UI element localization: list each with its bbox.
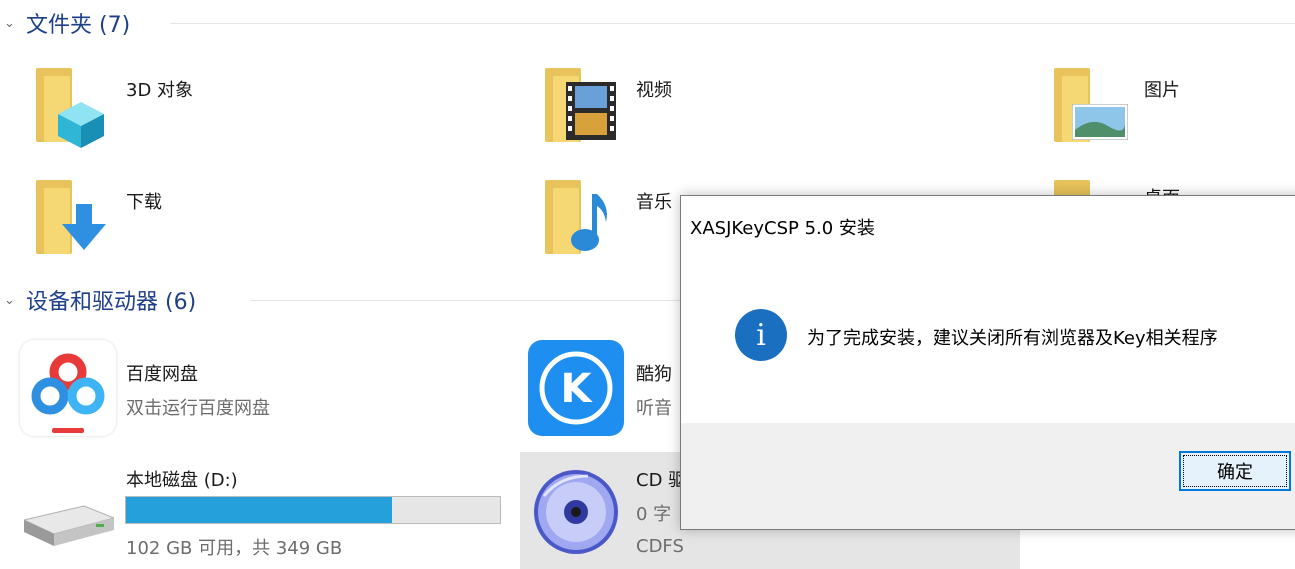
device-detail: 102 GB 可用，共 349 GB xyxy=(126,538,343,559)
disk-usage-fill xyxy=(126,497,392,523)
device-detail: 双击运行百度网盘 xyxy=(126,398,270,419)
svg-text:K: K xyxy=(561,366,594,412)
folder-label: 下载 xyxy=(126,192,162,213)
section-title: 文件夹 (7) xyxy=(26,7,139,39)
hard-drive-icon xyxy=(22,500,116,554)
device-name: 本地磁盘 (D:) xyxy=(126,470,238,491)
dialog-title: XASJKeyCSP 5.0 安装 xyxy=(690,218,875,239)
folder-label: 视频 xyxy=(636,80,672,101)
cd-drive-icon xyxy=(530,466,622,562)
info-icon: i xyxy=(735,309,787,361)
device-filesystem: CDFS xyxy=(636,536,684,557)
dialog-message: 为了完成安装，建议关闭所有浏览器及Key相关程序 xyxy=(807,328,1218,349)
folder-label: 图片 xyxy=(1144,80,1180,101)
device-detail: 听音 xyxy=(636,398,672,419)
ok-button[interactable]: 确定 xyxy=(1179,451,1291,491)
collapse-chevron-icon[interactable]: ⌄ xyxy=(4,293,20,308)
device-name: 酷狗 xyxy=(636,364,672,385)
section-title: 设备和驱动器 (6) xyxy=(26,284,205,316)
disk-usage-bar xyxy=(125,496,501,524)
folder-label: 音乐 xyxy=(636,192,672,213)
baidu-netdisk-icon xyxy=(20,340,116,436)
kugou-icon: K xyxy=(528,340,624,436)
installer-dialog: XASJKeyCSP 5.0 安装 i 为了完成安装，建议关闭所有浏览器及Key… xyxy=(680,195,1295,530)
device-name: CD 驱 xyxy=(636,470,687,491)
section-divider xyxy=(170,23,1295,24)
device-detail: 0 字 xyxy=(636,504,672,525)
folders-section-header[interactable]: ⌄ 文件夹 (7) xyxy=(0,5,1295,41)
device-name: 百度网盘 xyxy=(126,364,198,385)
collapse-chevron-icon[interactable]: ⌄ xyxy=(4,16,20,31)
folder-label: 3D 对象 xyxy=(126,80,194,101)
